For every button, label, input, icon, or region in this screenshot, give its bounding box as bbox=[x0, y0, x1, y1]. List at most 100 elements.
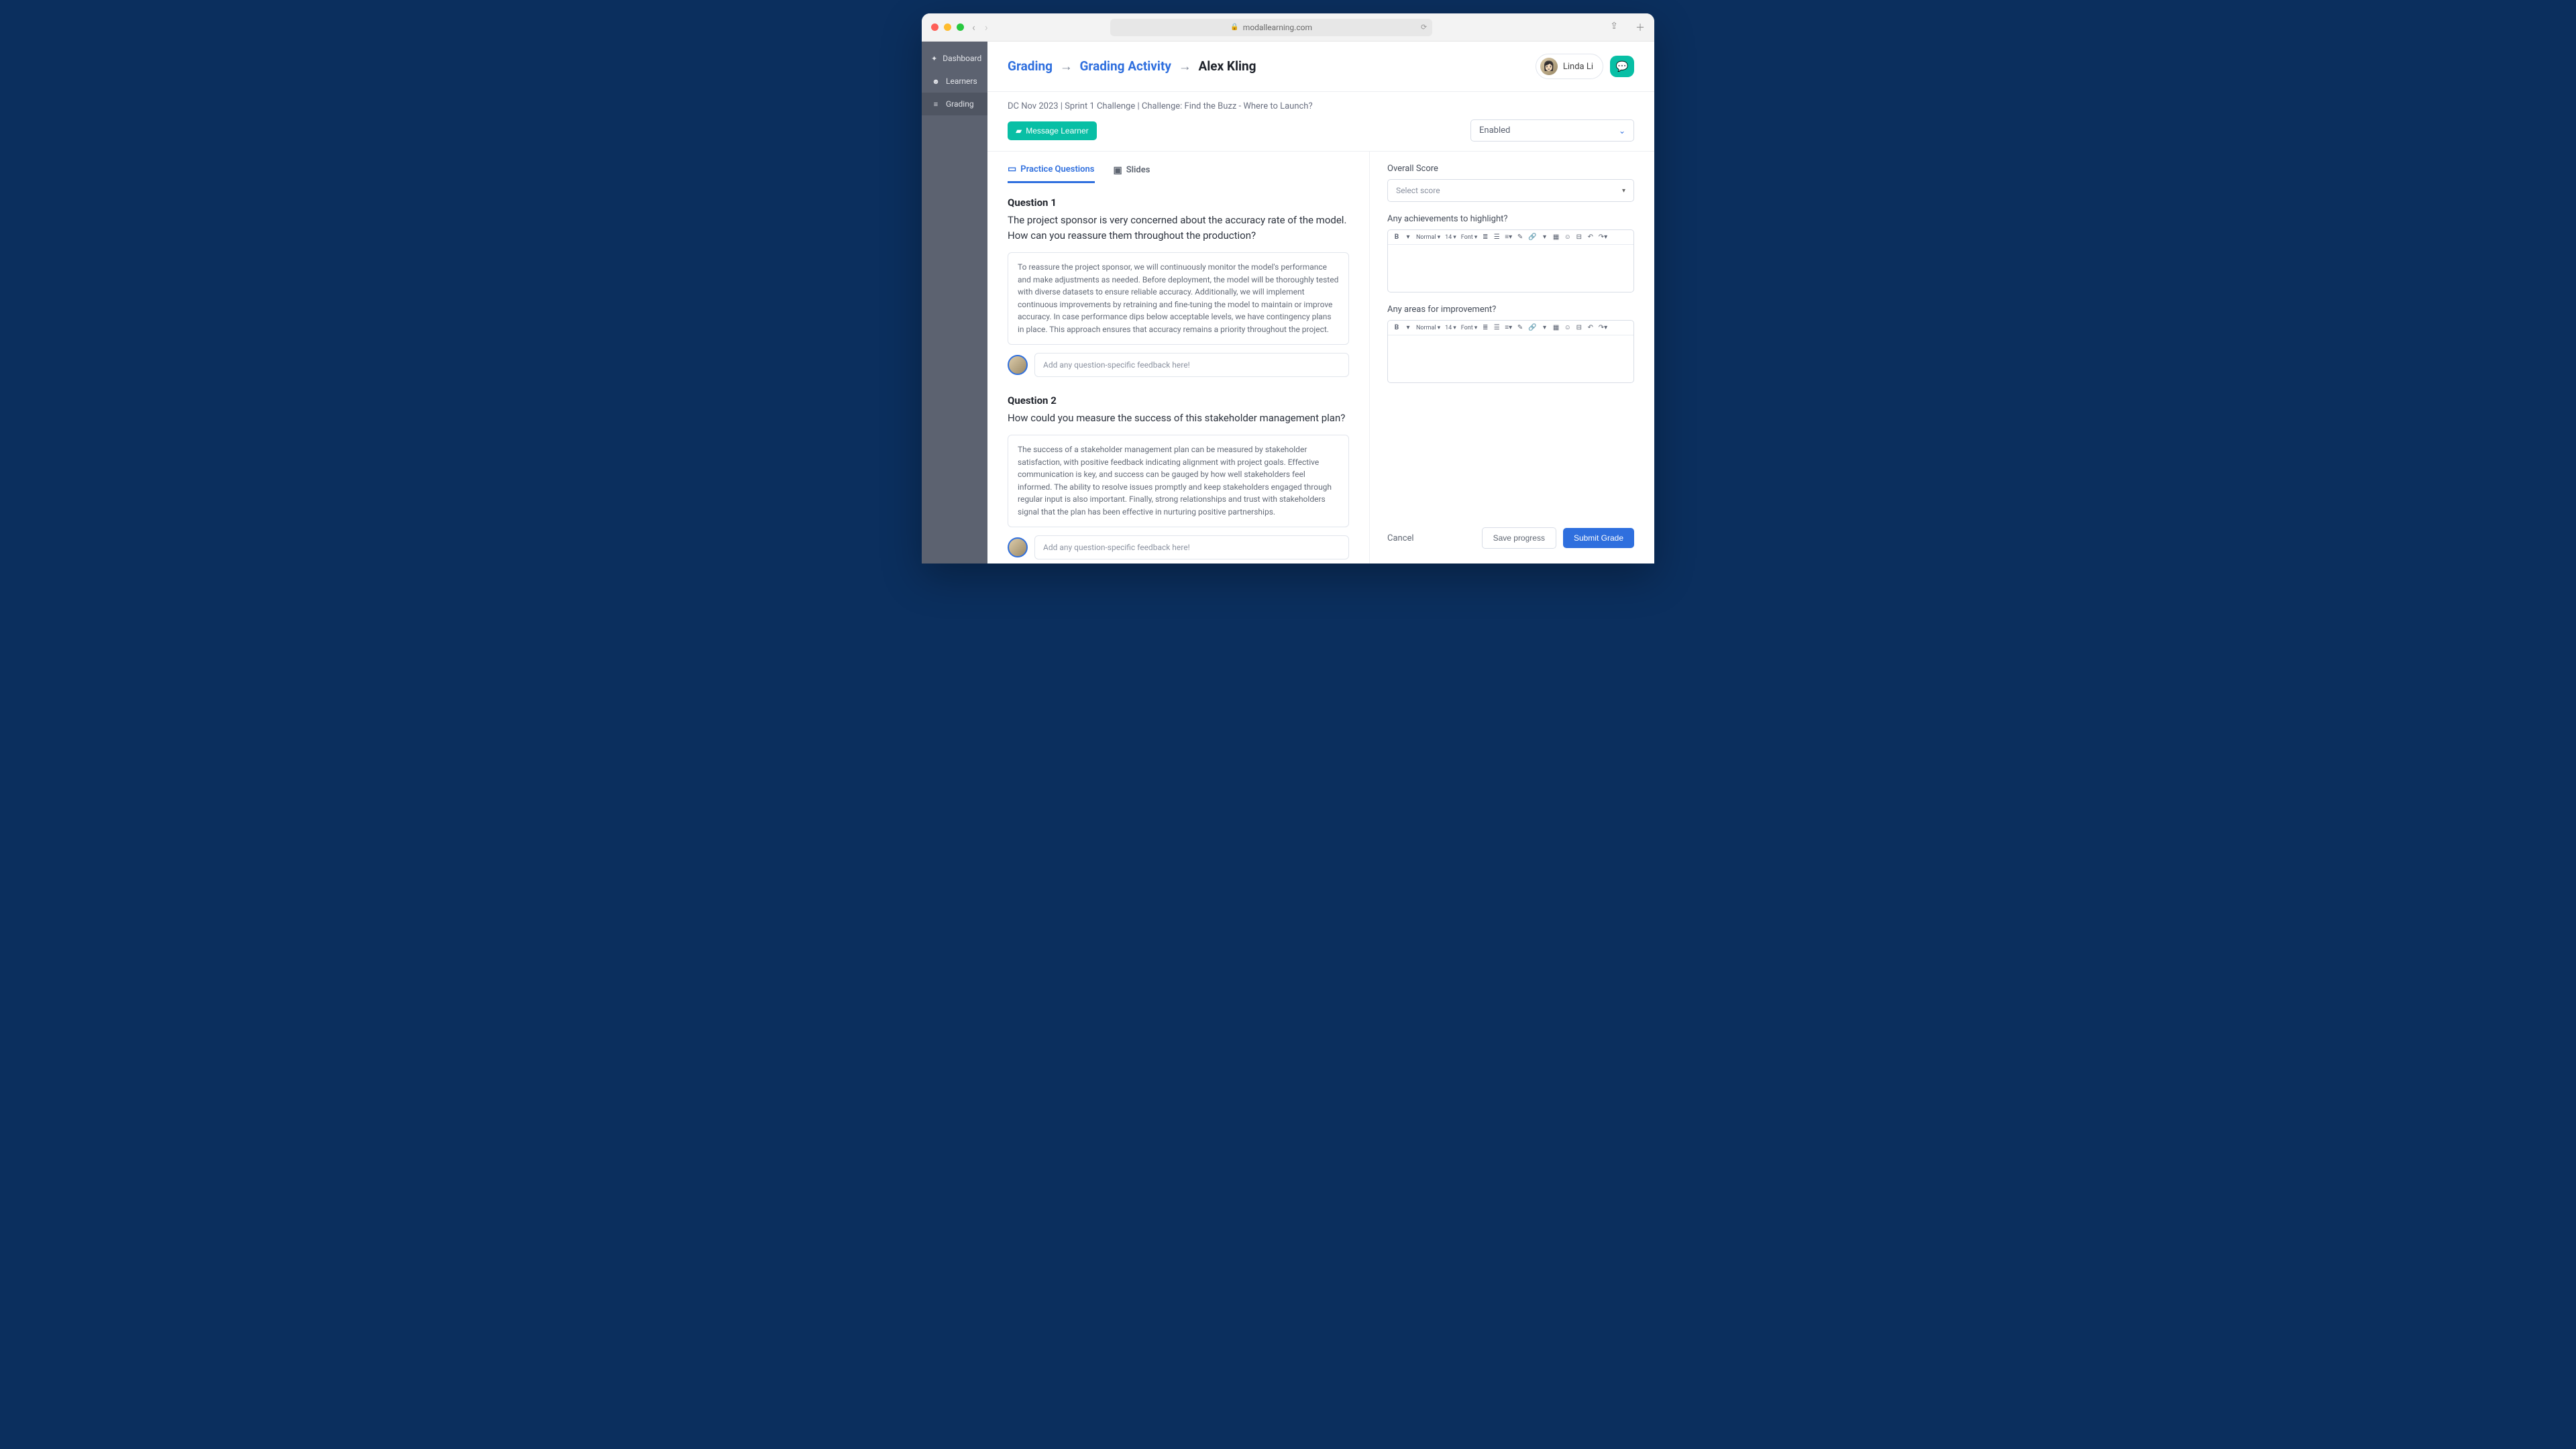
forward-button[interactable]: › bbox=[985, 21, 988, 34]
practice-icon: ▭ bbox=[1008, 164, 1016, 174]
caret-icon[interactable]: ▾ bbox=[1405, 233, 1411, 241]
caret-icon[interactable]: ▾ bbox=[1405, 324, 1411, 331]
bold-icon[interactable]: B bbox=[1393, 233, 1400, 241]
image-icon[interactable]: ▦ bbox=[1553, 233, 1560, 241]
cancel-button[interactable]: Cancel bbox=[1387, 533, 1414, 543]
minimize-icon[interactable] bbox=[944, 23, 951, 31]
question-answer: The success of a stakeholder management … bbox=[1008, 435, 1349, 527]
link-icon[interactable]: 🔗 bbox=[1528, 324, 1536, 331]
tabs: ▭ Practice Questions ▣ Slides bbox=[1008, 164, 1349, 183]
improvement-editor[interactable]: B ▾ Normal ▾ 14 ▾ Font ▾ ≣ ☰ ≡▾ ✎ 🔗 ▾ bbox=[1387, 320, 1634, 383]
style-select[interactable]: Normal ▾ bbox=[1416, 325, 1440, 331]
right-pane: Overall Score Select score ▾ Any achieve… bbox=[1370, 152, 1654, 564]
clear-icon[interactable]: ⊟ bbox=[1576, 324, 1582, 331]
left-pane: ▭ Practice Questions ▣ Slides Question 1… bbox=[987, 152, 1370, 564]
align-icon[interactable]: ≡▾ bbox=[1505, 324, 1512, 331]
breadcrumb-activity[interactable]: Grading Activity bbox=[1079, 58, 1171, 74]
font-select[interactable]: Font ▾ bbox=[1461, 234, 1477, 241]
question-title: Question 2 bbox=[1008, 394, 1349, 407]
list-unordered-icon[interactable]: ☰ bbox=[1493, 324, 1500, 331]
sidebar-label: Dashboard bbox=[943, 54, 981, 63]
caret-icon[interactable]: ▾ bbox=[1542, 324, 1548, 331]
image-icon[interactable]: ▦ bbox=[1553, 324, 1560, 331]
improvement-group: Any areas for improvement? B ▾ Normal ▾ … bbox=[1387, 305, 1634, 383]
top-bar: Grading → Grading Activity → Alex Kling … bbox=[987, 42, 1654, 92]
feedback-input[interactable]: Add any question-specific feedback here! bbox=[1034, 535, 1349, 559]
message-icon: ▰ bbox=[1016, 126, 1022, 136]
grading-icon: ≡ bbox=[931, 99, 941, 109]
dashboard-icon: ✦ bbox=[931, 54, 937, 63]
font-select[interactable]: Font ▾ bbox=[1461, 325, 1477, 331]
feedback-row: Add any question-specific feedback here! bbox=[1008, 535, 1349, 559]
browser-chrome: ‹ › 🔒 modallearning.com ⟳ ⇪ ＋ bbox=[922, 13, 1654, 42]
emoji-icon[interactable]: ☺ bbox=[1564, 324, 1571, 331]
chevron-down-icon: ⌄ bbox=[1619, 126, 1625, 136]
list-ordered-icon[interactable]: ≣ bbox=[1482, 324, 1489, 331]
breadcrumb-grading[interactable]: Grading bbox=[1008, 58, 1053, 74]
rte-body[interactable] bbox=[1388, 335, 1633, 382]
size-select[interactable]: 14 ▾ bbox=[1445, 325, 1456, 331]
list-ordered-icon[interactable]: ≣ bbox=[1482, 233, 1489, 241]
message-label: Message Learner bbox=[1026, 126, 1088, 136]
breadcrumb-current: Alex Kling bbox=[1198, 58, 1256, 74]
achievements-group: Any achievements to highlight? B ▾ Norma… bbox=[1387, 214, 1634, 292]
sidebar-item-learners[interactable]: ☻ Learners bbox=[922, 70, 987, 93]
chevron-right-icon: → bbox=[1179, 58, 1191, 74]
sub-header: DC Nov 2023 | Sprint 1 Challenge | Chall… bbox=[987, 92, 1654, 152]
chat-button[interactable]: 💬 bbox=[1610, 56, 1634, 77]
tab-practice-questions[interactable]: ▭ Practice Questions bbox=[1008, 164, 1095, 183]
caret-icon[interactable]: ▾ bbox=[1542, 233, 1548, 241]
style-select[interactable]: Normal ▾ bbox=[1416, 234, 1440, 241]
avatar bbox=[1008, 355, 1028, 375]
breadcrumb: Grading → Grading Activity → Alex Kling bbox=[1008, 58, 1256, 74]
slides-icon: ▣ bbox=[1114, 165, 1122, 176]
new-tab-icon[interactable]: ＋ bbox=[1635, 21, 1645, 34]
question-block: Question 2 How could you measure the suc… bbox=[1008, 394, 1349, 559]
context-path: DC Nov 2023 | Sprint 1 Challenge | Chall… bbox=[1008, 101, 1634, 111]
emoji-icon[interactable]: ☺ bbox=[1564, 233, 1571, 241]
user-name: Linda Li bbox=[1563, 62, 1593, 72]
submit-grade-button[interactable]: Submit Grade bbox=[1563, 528, 1634, 548]
pen-icon[interactable]: ✎ bbox=[1517, 233, 1523, 241]
question-text: The project sponsor is very concerned ab… bbox=[1008, 213, 1349, 243]
score-select[interactable]: Select score ▾ bbox=[1387, 179, 1634, 202]
redo-icon[interactable]: ↷▾ bbox=[1599, 324, 1607, 331]
achievements-editor[interactable]: B ▾ Normal ▾ 14 ▾ Font ▾ ≣ ☰ ≡▾ ✎ 🔗 ▾ bbox=[1387, 229, 1634, 292]
sidebar-item-dashboard[interactable]: ✦ Dashboard bbox=[922, 47, 987, 70]
align-icon[interactable]: ≡▾ bbox=[1505, 233, 1512, 241]
rte-body[interactable] bbox=[1388, 245, 1633, 292]
link-icon[interactable]: 🔗 bbox=[1528, 233, 1536, 241]
sidebar-label: Grading bbox=[946, 99, 974, 109]
main: Grading → Grading Activity → Alex Kling … bbox=[987, 42, 1654, 564]
user-pill[interactable]: 👩🏻 Linda Li bbox=[1536, 54, 1603, 79]
url-bar[interactable]: 🔒 modallearning.com ⟳ bbox=[1110, 19, 1432, 36]
redo-icon[interactable]: ↷▾ bbox=[1599, 233, 1607, 241]
pen-icon[interactable]: ✎ bbox=[1517, 324, 1523, 331]
tab-slides[interactable]: ▣ Slides bbox=[1114, 164, 1150, 183]
close-icon[interactable] bbox=[931, 23, 938, 31]
learners-icon: ☻ bbox=[931, 76, 941, 86]
size-select[interactable]: 14 ▾ bbox=[1445, 234, 1456, 241]
message-learner-button[interactable]: ▰ Message Learner bbox=[1008, 121, 1097, 140]
back-button[interactable]: ‹ bbox=[972, 21, 975, 34]
question-block: Question 1 The project sponsor is very c… bbox=[1008, 197, 1349, 377]
overall-score-group: Overall Score Select score ▾ bbox=[1387, 164, 1634, 202]
maximize-icon[interactable] bbox=[957, 23, 964, 31]
clear-icon[interactable]: ⊟ bbox=[1576, 233, 1582, 241]
save-progress-button[interactable]: Save progress bbox=[1482, 527, 1556, 549]
sidebar-item-grading[interactable]: ≡ Grading bbox=[922, 93, 987, 115]
share-icon[interactable]: ⇪ bbox=[1610, 21, 1618, 34]
bold-icon[interactable]: B bbox=[1393, 324, 1400, 331]
question-answer: To reassure the project sponsor, we will… bbox=[1008, 252, 1349, 345]
undo-icon[interactable]: ↶ bbox=[1587, 324, 1594, 331]
status-select[interactable]: Enabled ⌄ bbox=[1470, 119, 1634, 142]
overall-score-label: Overall Score bbox=[1387, 164, 1634, 174]
list-unordered-icon[interactable]: ☰ bbox=[1493, 233, 1500, 241]
caret-down-icon: ▾ bbox=[1622, 187, 1625, 195]
sidebar: ✦ Dashboard ☻ Learners ≡ Grading bbox=[922, 42, 987, 564]
undo-icon[interactable]: ↶ bbox=[1587, 233, 1594, 241]
refresh-icon[interactable]: ⟳ bbox=[1421, 23, 1427, 32]
feedback-input[interactable]: Add any question-specific feedback here! bbox=[1034, 353, 1349, 377]
question-title: Question 1 bbox=[1008, 197, 1349, 209]
right-footer: Cancel Save progress Submit Grade bbox=[1387, 527, 1634, 549]
